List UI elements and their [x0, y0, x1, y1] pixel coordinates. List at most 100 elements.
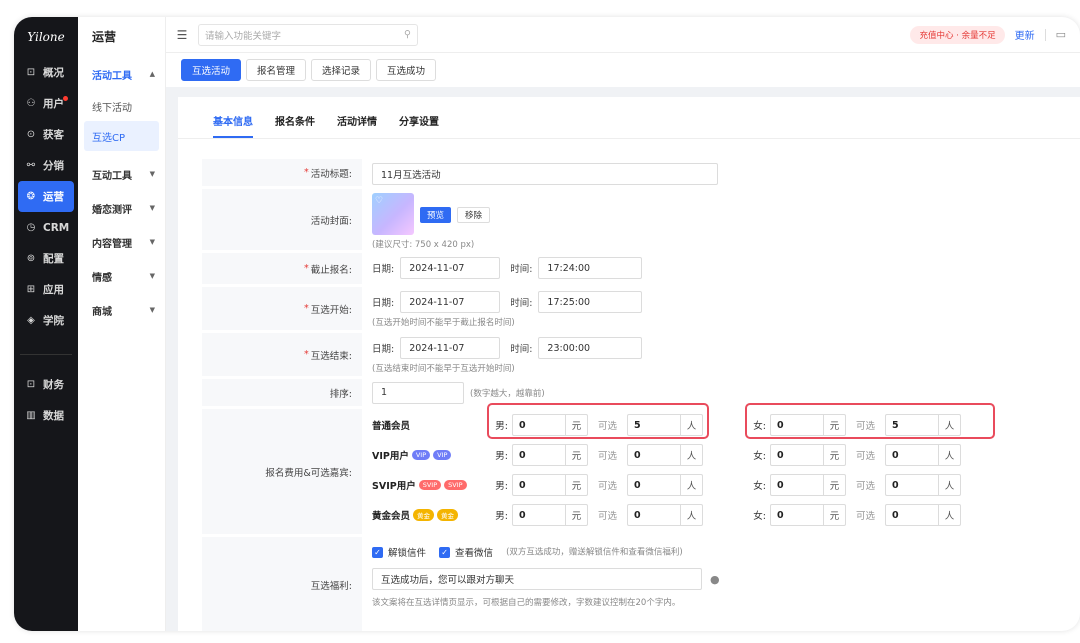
- unit: 元: [565, 445, 587, 465]
- nav-item-11[interactable]: ▥ 数据: [14, 400, 78, 431]
- member-level-label: 黄金会员: [372, 511, 411, 522]
- nav-item-4[interactable]: ⚯ 分销: [14, 150, 78, 181]
- sex-label: 女:: [753, 481, 766, 492]
- nav-item-3[interactable]: ⊙ 获客: [14, 119, 78, 150]
- subtab-basic-info[interactable]: 基本信息: [202, 113, 264, 138]
- female-count-input[interactable]: 0人: [885, 444, 962, 466]
- window-icon[interactable]: ▭: [1056, 28, 1066, 41]
- subnav-mutual-cp[interactable]: 互选CP: [84, 121, 159, 151]
- end-time-input[interactable]: 23:00:00: [538, 337, 643, 359]
- cover-hint: (建议尺寸: 750 x 420 px): [372, 240, 475, 250]
- benefit-input[interactable]: 互选成功后，您可以跟对方聊天: [372, 568, 702, 590]
- nav-item-9[interactable]: ◈ 学院: [14, 305, 78, 336]
- nav-item-1[interactable]: ⊡ 概况: [14, 57, 78, 88]
- start-time-input[interactable]: 17:25:00: [538, 291, 643, 313]
- subtab-activity-details[interactable]: 活动详情: [326, 113, 388, 138]
- deadline-date-input[interactable]: 2024-11-07: [400, 257, 501, 279]
- female-count-input[interactable]: 0人: [885, 474, 962, 496]
- sub-tabs: 基本信息 报名条件 活动详情 分享设置: [178, 97, 1080, 139]
- subnav-activity-tools[interactable]: 活动工具 ▲: [78, 57, 165, 91]
- collapse-menu-icon[interactable]: ☰: [166, 28, 198, 42]
- value: 0: [777, 479, 784, 491]
- tab-mutual-activity[interactable]: 互选活动: [181, 59, 242, 81]
- nav-label: 获客: [43, 129, 64, 141]
- time-key: 时间:: [510, 344, 533, 355]
- subnav-emotion[interactable]: 情感 ▼: [78, 259, 165, 293]
- tab-bar: 互选活动 报名管理 选择记录 互选成功: [166, 53, 1080, 87]
- nav-label: 财务: [43, 379, 64, 391]
- tab-mutual-success[interactable]: 互选成功: [376, 59, 437, 81]
- search-input[interactable]: 请输入功能关键字 ⚲: [198, 23, 418, 46]
- subnav-offline-activity[interactable]: 线下活动: [78, 91, 165, 121]
- activity-title-input[interactable]: 11月互选活动: [372, 163, 718, 185]
- divider: [1044, 28, 1046, 41]
- male-count-input[interactable]: 0人: [627, 474, 704, 496]
- nav-label: 用户: [43, 98, 64, 110]
- remove-button[interactable]: 移除: [457, 207, 491, 223]
- nav-label: 运营: [43, 191, 64, 203]
- male-count-input[interactable]: 0人: [627, 444, 704, 466]
- nav-item-5[interactable]: ❂ 运营: [18, 181, 74, 212]
- male-fee-input[interactable]: 0元: [512, 474, 588, 496]
- benefit-hint: 该文案将在互选详情页显示，可根据自己的需要修改，字数建议控制在20个字内。: [372, 598, 681, 608]
- subnav-interactive-tools[interactable]: 互动工具 ▼: [78, 157, 165, 191]
- deadline-time-input[interactable]: 17:24:00: [538, 257, 643, 279]
- end-hint: (互选结束时间不能早于互选开始时间): [372, 364, 515, 374]
- nav-label: 应用: [43, 284, 64, 296]
- nav-item-8[interactable]: ⊞ 应用: [14, 274, 78, 305]
- subtab-signup-conditions[interactable]: 报名条件: [264, 113, 326, 138]
- subnav-label: 活动工具: [92, 70, 132, 82]
- basic-info-form: * 活动标题: 11月互选活动 活动封面: ♡ 预览 移除 (建议尺寸: 750 …: [202, 159, 1080, 631]
- optional-label: 可选: [598, 481, 618, 492]
- help-icon[interactable]: ●: [710, 573, 720, 586]
- female-fee-input[interactable]: 0元: [770, 444, 846, 466]
- subnav-label: 互动工具: [92, 170, 132, 182]
- field-label: 排序:: [202, 379, 362, 406]
- sort-input[interactable]: 1: [372, 381, 464, 404]
- unit: 人: [938, 475, 960, 495]
- value: 0: [892, 449, 899, 461]
- female-fee-input[interactable]: 0元: [770, 474, 846, 496]
- view-wechat-checkbox[interactable]: ✓ 查看微信: [439, 545, 493, 559]
- subnav-content[interactable]: 内容管理 ▼: [78, 225, 165, 259]
- unlock-letter-checkbox[interactable]: ✓ 解锁信件: [372, 545, 426, 559]
- nav-item-7[interactable]: ⊚ 配置: [14, 243, 78, 274]
- optional-label: 可选: [856, 511, 876, 522]
- value: 0: [519, 509, 526, 521]
- field-label: * 截止报名:: [202, 253, 362, 284]
- search-icon: ⚲: [404, 29, 411, 40]
- nav-item-10[interactable]: ⊡ 财务: [14, 369, 78, 400]
- subnav-dating-test[interactable]: 婚恋测评 ▼: [78, 191, 165, 225]
- tab-selection-record[interactable]: 选择记录: [311, 59, 372, 81]
- male-count-input[interactable]: 0人: [627, 504, 704, 526]
- subtab-share-settings[interactable]: 分享设置: [388, 113, 450, 138]
- male-fee-input[interactable]: 0元: [512, 504, 588, 526]
- recharge-center-button[interactable]: 充值中心 · 余量不足: [910, 25, 1005, 44]
- start-date-input[interactable]: 2024-11-07: [400, 291, 501, 313]
- unit: 元: [823, 475, 845, 495]
- female-fee-input[interactable]: 0元: [770, 504, 846, 526]
- unit: 元: [565, 505, 587, 525]
- female-count-input[interactable]: 0人: [885, 504, 962, 526]
- nav-label: 学院: [43, 315, 64, 327]
- chevron-down-icon: ▼: [149, 170, 155, 178]
- chevron-down-icon: ▼: [149, 306, 155, 314]
- subnav-label: 情感: [92, 272, 112, 284]
- end-date-input[interactable]: 2024-11-07: [400, 337, 501, 359]
- nav-item-2[interactable]: ⚇ 用户: [14, 88, 78, 119]
- value: 0: [777, 449, 784, 461]
- update-link[interactable]: 更新: [1015, 27, 1035, 42]
- date-key: 日期:: [372, 264, 395, 275]
- finance-icon: ⊡: [26, 379, 36, 390]
- unit: 元: [565, 475, 587, 495]
- subnav-mall[interactable]: 商城 ▼: [78, 293, 165, 327]
- nav-item-6[interactable]: ◷ CRM: [14, 212, 78, 243]
- male-group: 男: 0 元可选 0 人: [484, 474, 742, 496]
- chevron-down-icon: ▼: [149, 238, 155, 246]
- male-fee-input[interactable]: 0元: [512, 444, 588, 466]
- unit: 元: [823, 445, 845, 465]
- svip-badge-icon: SVIP: [418, 480, 442, 490]
- tab-signup-manage[interactable]: 报名管理: [246, 59, 307, 81]
- preview-button[interactable]: 预览: [420, 207, 452, 223]
- chevron-up-icon: ▲: [149, 70, 155, 78]
